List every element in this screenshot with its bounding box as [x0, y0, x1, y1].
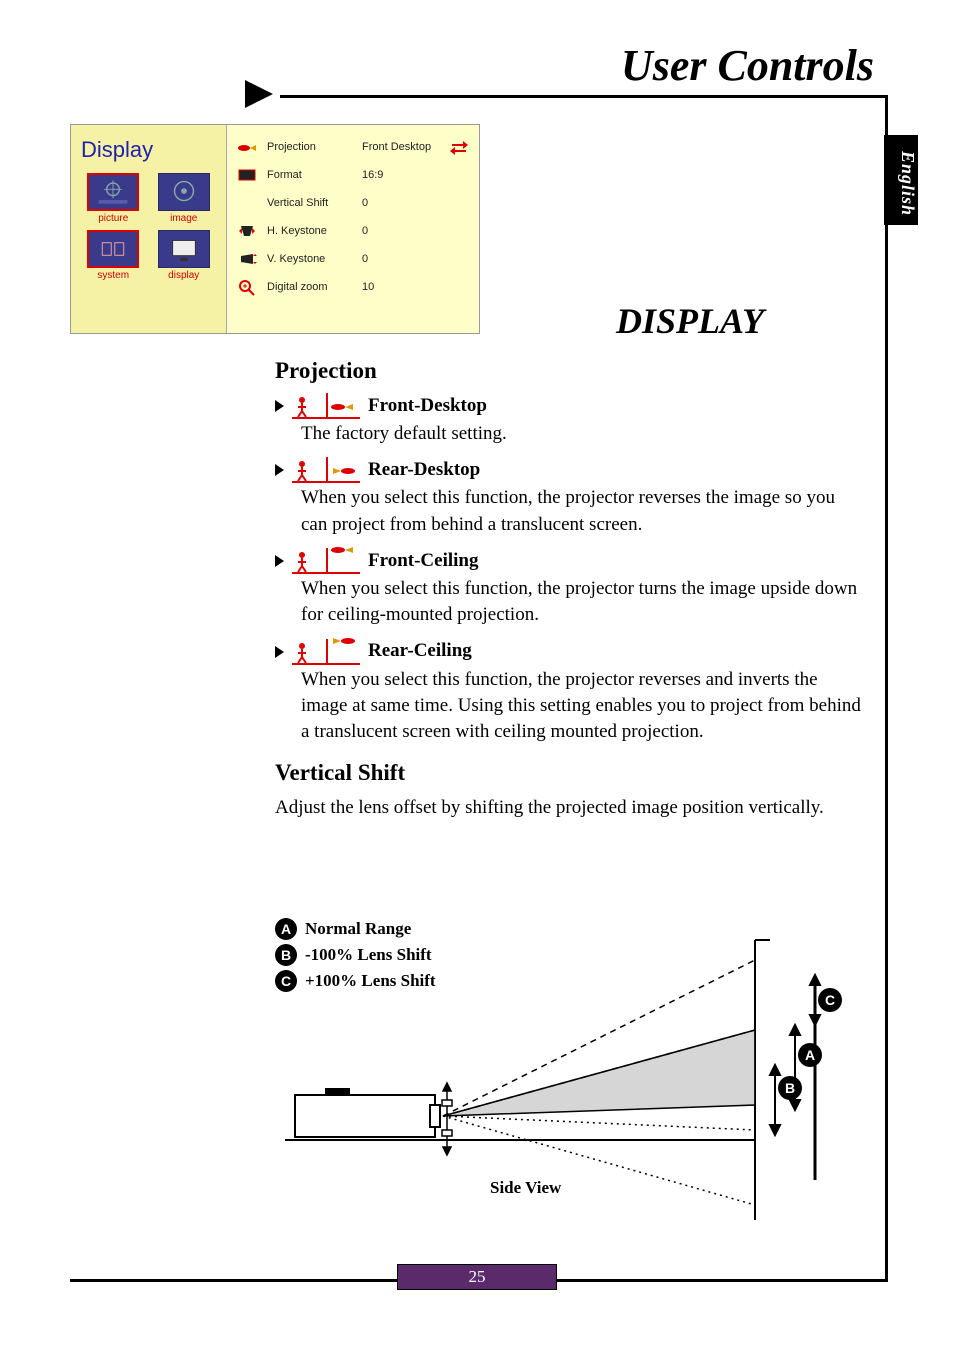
osd-nav-picture[interactable]: picture: [81, 173, 146, 224]
osd-title: Display: [77, 131, 220, 173]
diagram-marker-a: A: [805, 1047, 815, 1063]
osd-panel: Display picture image system display Pro…: [70, 124, 480, 334]
bullet-icon: [275, 464, 284, 476]
mode-desc: The factory default setting.: [301, 421, 864, 447]
osd-value: 0: [362, 253, 469, 265]
osd-label: Projection: [267, 141, 352, 153]
vshift-icon: [237, 194, 257, 212]
rear-desktop-icon: [292, 457, 360, 483]
header-arrow-icon: [245, 80, 273, 108]
page-title: User Controls: [621, 40, 874, 91]
osd-row-hkeystone[interactable]: H. Keystone 0: [237, 217, 469, 245]
vshift-desc: Adjust the lens offset by shifting the p…: [275, 795, 864, 821]
bullet-icon: [275, 400, 284, 412]
swap-icon: [449, 138, 469, 156]
osd-nav-label: image: [170, 213, 197, 224]
osd-row-format[interactable]: Format 16:9: [237, 161, 469, 189]
body-content: Projection Front-Desktop The factory def…: [275, 355, 864, 821]
osd-nav-system[interactable]: system: [81, 230, 146, 281]
osd-row-vkeystone[interactable]: V. Keystone 0: [237, 245, 469, 273]
projection-icon: [237, 138, 257, 156]
lens-shift-diagram: C A B: [275, 920, 855, 1240]
front-ceiling-icon: [292, 548, 360, 574]
osd-row-projection[interactable]: Projection Front Desktop: [237, 133, 469, 161]
osd-value: 0: [362, 225, 469, 237]
header-rule: [280, 95, 888, 98]
language-tab: English: [884, 135, 918, 225]
hkeystone-icon: [237, 222, 257, 240]
diagram-marker-c: C: [825, 992, 835, 1008]
osd-value: 0: [362, 197, 469, 209]
osd-label: Format: [267, 169, 352, 181]
osd-label: H. Keystone: [267, 225, 352, 237]
osd-nav-label: system: [97, 270, 129, 281]
bullet-icon: [275, 646, 284, 658]
mode-desc: When you select this function, the proje…: [301, 576, 864, 628]
osd-nav-label: picture: [98, 213, 128, 224]
osd-value: 10: [362, 281, 469, 293]
section-title: DISPLAY: [616, 300, 764, 342]
page-number: 25: [397, 1264, 557, 1290]
osd-value: Front Desktop: [362, 141, 439, 153]
front-desktop-icon: [292, 393, 360, 419]
mode-label: Rear-Ceiling: [368, 638, 472, 664]
osd-nav: Display picture image system display: [71, 125, 226, 333]
osd-label: V. Keystone: [267, 253, 352, 265]
zoom-icon: [237, 278, 257, 296]
mode-desc: When you select this function, the proje…: [301, 667, 864, 746]
page-border-right: [885, 95, 888, 1282]
mode-desc: When you select this function, the proje…: [301, 485, 864, 537]
bullet-icon: [275, 555, 284, 567]
osd-label: Vertical Shift: [267, 197, 352, 209]
osd-nav-label: display: [168, 270, 199, 281]
mode-front-ceiling: Front-Ceiling: [275, 548, 864, 574]
osd-settings-list: Projection Front Desktop Format 16:9 Ver…: [226, 125, 479, 333]
projection-heading: Projection: [275, 355, 864, 387]
osd-label: Digital zoom: [267, 281, 352, 293]
diagram-label: Side View: [490, 1178, 561, 1198]
osd-row-zoom[interactable]: Digital zoom 10: [237, 273, 469, 301]
diagram-marker-b: B: [785, 1080, 795, 1096]
vkeystone-icon: [237, 250, 257, 268]
osd-nav-display[interactable]: display: [152, 230, 217, 281]
mode-label: Front-Desktop: [368, 393, 487, 419]
mode-front-desktop: Front-Desktop: [275, 393, 864, 419]
mode-rear-desktop: Rear-Desktop: [275, 457, 864, 483]
osd-value: 16:9: [362, 169, 469, 181]
rear-ceiling-icon: [292, 639, 360, 665]
mode-label: Front-Ceiling: [368, 548, 478, 574]
osd-nav-image[interactable]: image: [152, 173, 217, 224]
vshift-heading: Vertical Shift: [275, 757, 864, 789]
mode-label: Rear-Desktop: [368, 457, 480, 483]
osd-row-vshift[interactable]: Vertical Shift 0: [237, 189, 469, 217]
format-icon: [237, 166, 257, 184]
mode-rear-ceiling: Rear-Ceiling: [275, 638, 864, 664]
